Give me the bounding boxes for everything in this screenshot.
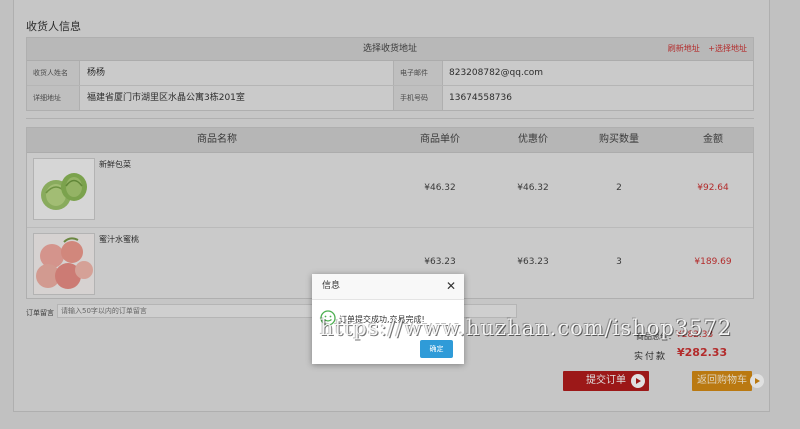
dialog-title: 信息 bbox=[322, 281, 341, 291]
dialog-header: 信息 ✕ bbox=[312, 274, 464, 300]
modal-overlay[interactable] bbox=[0, 0, 800, 429]
watermark: https://www.huzhan.com/ishop3572 bbox=[320, 316, 733, 340]
close-icon[interactable]: ✕ bbox=[436, 274, 456, 299]
ok-button[interactable]: 确定 bbox=[420, 340, 453, 358]
